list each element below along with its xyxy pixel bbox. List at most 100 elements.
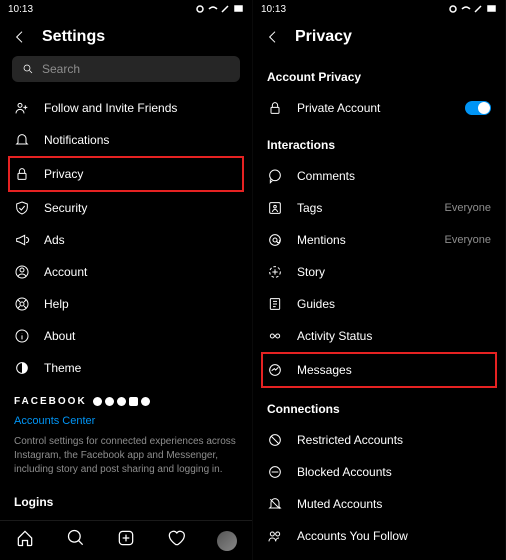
item-label: Notifications xyxy=(44,133,109,147)
item-label: Activity Status xyxy=(297,329,372,343)
facebook-product-icons xyxy=(93,397,150,406)
search-placeholder: Search xyxy=(42,62,80,76)
battery-icon xyxy=(487,4,497,14)
theme-icon xyxy=(14,360,30,376)
header: Privacy xyxy=(253,18,505,56)
nav-search[interactable] xyxy=(66,528,86,553)
signal-icon xyxy=(221,4,231,14)
item-value: Everyone xyxy=(445,202,491,214)
nav-profile[interactable] xyxy=(217,531,237,551)
item-label: Mentions xyxy=(297,233,346,247)
facebook-text: FACEBOOK xyxy=(14,396,87,407)
guides-icon xyxy=(267,296,283,312)
privacy-item-messages[interactable]: Messages xyxy=(261,352,497,388)
wifi-icon xyxy=(461,4,471,14)
help-icon xyxy=(14,296,30,312)
item-label: Help xyxy=(44,297,69,311)
item-label: Accounts You Follow xyxy=(297,529,408,543)
settings-item-theme[interactable]: Theme xyxy=(12,352,240,384)
status-bar: 10:13 xyxy=(0,0,252,18)
logins-heading: Logins xyxy=(12,481,240,517)
item-label: Privacy xyxy=(44,167,83,181)
blocked-icon xyxy=(267,464,283,480)
tags-icon xyxy=(267,200,283,216)
muted-icon xyxy=(267,496,283,512)
settings-item-notifications[interactable]: Notifications xyxy=(12,124,240,156)
privacy-item-muted[interactable]: Muted Accounts xyxy=(265,488,493,520)
page-title: Settings xyxy=(42,28,105,46)
section-connections: Connections xyxy=(265,388,493,424)
settings-item-privacy[interactable]: Privacy xyxy=(8,156,244,192)
shield-icon xyxy=(14,200,30,216)
status-bar: 10:13 xyxy=(253,0,505,18)
item-label: Messages xyxy=(297,363,352,377)
section-account-privacy: Account Privacy xyxy=(265,56,493,92)
avatar-icon xyxy=(217,531,237,551)
privacy-item-follow[interactable]: Accounts You Follow xyxy=(265,520,493,552)
lock-icon xyxy=(14,166,30,182)
private-account-toggle[interactable] xyxy=(465,101,491,115)
comment-icon xyxy=(267,168,283,184)
item-value: Everyone xyxy=(445,234,491,246)
status-indicators xyxy=(448,4,497,14)
settings-item-ads[interactable]: Ads xyxy=(12,224,240,256)
settings-item-help[interactable]: Help xyxy=(12,288,240,320)
people-icon xyxy=(267,528,283,544)
clock: 10:13 xyxy=(261,4,286,15)
privacy-item-activity[interactable]: Activity Status xyxy=(265,320,493,352)
bell-icon xyxy=(14,132,30,148)
privacy-item-story[interactable]: Story xyxy=(265,256,493,288)
search-input[interactable]: Search xyxy=(12,56,240,82)
home-icon xyxy=(15,528,35,548)
settings-item-account[interactable]: Account xyxy=(12,256,240,288)
item-label: Follow and Invite Friends xyxy=(44,101,177,115)
item-label: Theme xyxy=(44,361,81,375)
nav-create[interactable] xyxy=(116,528,136,553)
private-account-row[interactable]: Private Account xyxy=(265,92,493,124)
messages-icon xyxy=(267,362,283,378)
item-label: Muted Accounts xyxy=(297,497,382,511)
privacy-content[interactable]: Account Privacy Private Account Interact… xyxy=(253,56,505,560)
back-icon[interactable] xyxy=(265,29,281,45)
settings-item-about[interactable]: About xyxy=(12,320,240,352)
lock-icon xyxy=(267,100,283,116)
item-label: Ads xyxy=(44,233,65,247)
signal-icon xyxy=(474,4,484,14)
privacy-item-tags[interactable]: Tags Everyone xyxy=(265,192,493,224)
section-interactions: Interactions xyxy=(265,124,493,160)
bottom-nav xyxy=(0,520,252,560)
privacy-screen: 10:13 Privacy Account Privacy Private Ac… xyxy=(253,0,506,560)
heart-icon xyxy=(166,528,186,548)
activity-icon xyxy=(267,328,283,344)
item-label: Story xyxy=(297,265,325,279)
header: Settings xyxy=(0,18,252,56)
settings-item-security[interactable]: Security xyxy=(12,192,240,224)
person-plus-icon xyxy=(14,100,30,116)
wifi-icon xyxy=(208,4,218,14)
privacy-item-blocked[interactable]: Blocked Accounts xyxy=(265,456,493,488)
battery-icon xyxy=(234,4,244,14)
nav-activity[interactable] xyxy=(166,528,186,553)
alarm-icon xyxy=(448,4,458,14)
privacy-item-mentions[interactable]: Mentions Everyone xyxy=(265,224,493,256)
megaphone-icon xyxy=(14,232,30,248)
settings-content[interactable]: Search Follow and Invite Friends Notific… xyxy=(0,56,252,520)
settings-screen: 10:13 Settings Search Follow and Invite … xyxy=(0,0,253,560)
status-indicators xyxy=(195,4,244,14)
item-label: Private Account xyxy=(297,101,380,115)
clock: 10:13 xyxy=(8,4,33,15)
item-label: Blocked Accounts xyxy=(297,465,392,479)
accounts-center-link[interactable]: Accounts Center xyxy=(12,411,240,431)
settings-item-follow[interactable]: Follow and Invite Friends xyxy=(12,92,240,124)
page-title: Privacy xyxy=(295,28,352,46)
privacy-item-comments[interactable]: Comments xyxy=(265,160,493,192)
nav-home[interactable] xyxy=(15,528,35,553)
privacy-item-guides[interactable]: Guides xyxy=(265,288,493,320)
accounts-center-desc: Control settings for connected experienc… xyxy=(12,431,240,481)
item-label: Restricted Accounts xyxy=(297,433,403,447)
back-icon[interactable] xyxy=(12,29,28,45)
account-icon xyxy=(14,264,30,280)
plus-square-icon xyxy=(116,528,136,548)
privacy-item-restricted[interactable]: Restricted Accounts xyxy=(265,424,493,456)
item-label: Account xyxy=(44,265,87,279)
